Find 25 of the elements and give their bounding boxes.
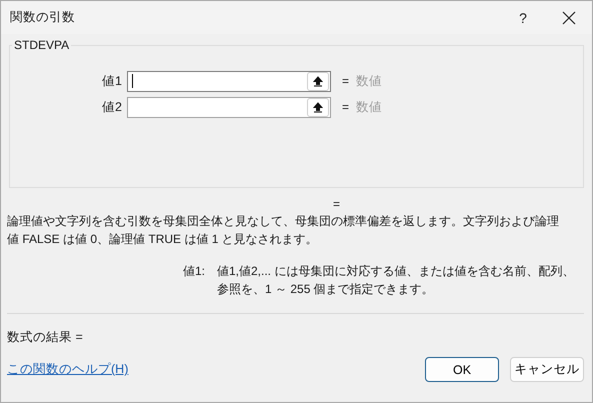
- collapse-dialog-button[interactable]: [307, 98, 329, 116]
- equals-sign: =: [333, 198, 340, 210]
- text-cursor: [132, 74, 133, 88]
- close-icon: [562, 10, 576, 24]
- function-name: STDEVPA: [13, 38, 70, 52]
- argument-field[interactable]: [127, 96, 331, 118]
- help-button[interactable]: ?: [500, 1, 546, 34]
- argument-value: 数値: [356, 72, 382, 90]
- argument-value: 数値: [356, 98, 382, 116]
- argument-label: 値2: [101, 98, 122, 116]
- argument-help-label: 値1:: [183, 263, 206, 280]
- equals-sign: =: [342, 100, 350, 114]
- collapse-dialog-button[interactable]: [307, 72, 329, 90]
- help-link[interactable]: この関数のヘルプ(H): [7, 361, 414, 378]
- window-title: 関数の引数: [10, 9, 76, 26]
- argument-help-text: 値1,値2,... には母集団に対応する値、または値を含む名前、配列、参照を、1 ～ 255 個まで指定できます。: [217, 263, 576, 298]
- equals-sign: =: [342, 74, 350, 88]
- upload-arrow-icon: [313, 102, 323, 112]
- argument-field[interactable]: [127, 70, 331, 92]
- formula-result: 数式の結果 =: [7, 329, 83, 346]
- upload-arrow-icon: [313, 76, 323, 86]
- argument-label: 値1: [101, 72, 122, 90]
- cancel-button[interactable]: キャンセル: [510, 357, 584, 382]
- function-description: 論理値や文字列を含む引数を母集団全体と見なして、母集団の標準偏差を返します。文字列および論理値 FALSE は値 0、論理値 TRUE は値 1 と見なされます。: [7, 213, 560, 248]
- ok-button[interactable]: OK: [425, 357, 499, 382]
